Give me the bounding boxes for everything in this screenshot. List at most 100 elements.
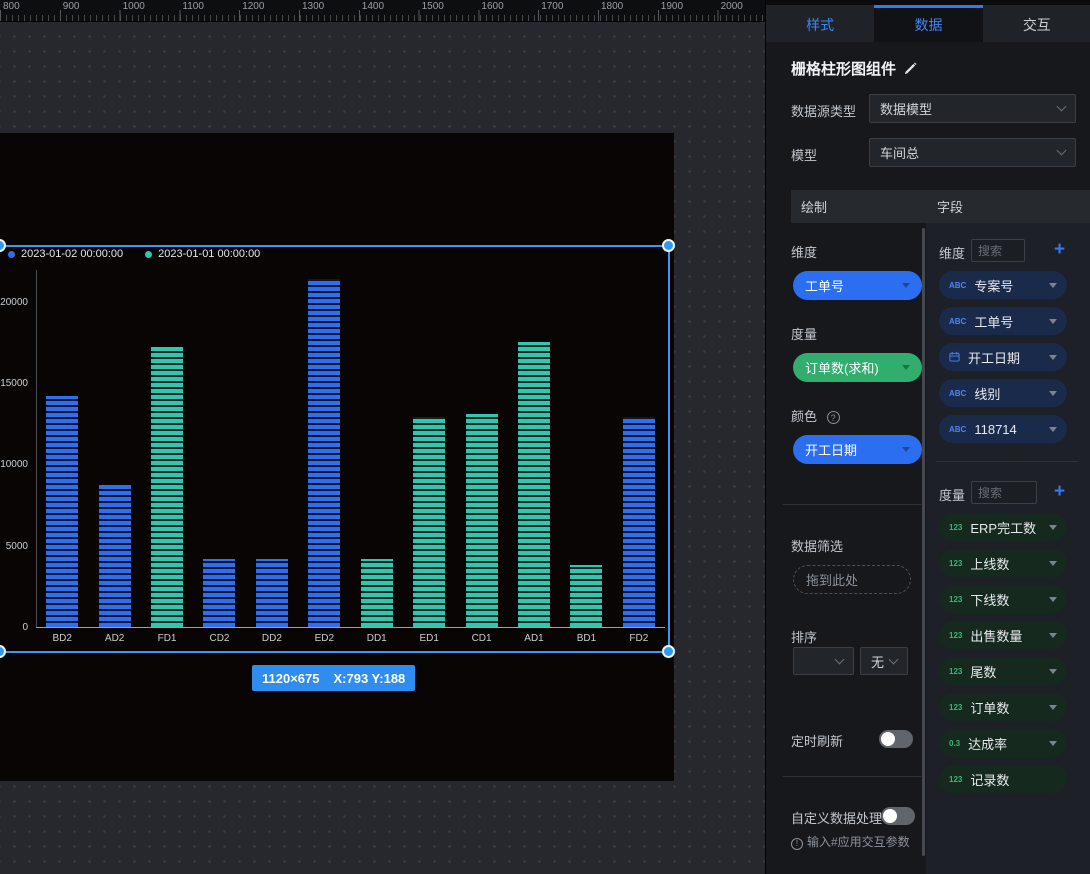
model-value: 车间总 — [880, 143, 1058, 162]
custom-data-hint: !输入#应用交互参数 — [791, 833, 926, 872]
bar-slot — [88, 269, 140, 627]
field-pill-达成率[interactable]: 0.3 达成率 — [939, 729, 1067, 757]
x-axis-category-label: DD1 — [351, 633, 403, 644]
field-pill-出售数量[interactable]: 123出售数量 — [939, 621, 1067, 649]
bar-slot — [403, 269, 455, 627]
sort-order-select[interactable]: 无 — [860, 647, 908, 675]
bar-CD2 — [203, 559, 235, 627]
field-type-icon-123: 123 — [949, 559, 962, 568]
dimension-value: 工单号 — [805, 276, 902, 295]
datasource-type-value: 数据模型 — [880, 99, 1058, 118]
ruler-label: 1000 — [123, 1, 145, 12]
edit-icon[interactable] — [904, 62, 917, 75]
field-pill-上线数[interactable]: 123上线数 — [939, 549, 1067, 577]
bar-slot — [508, 269, 560, 627]
tab-draw[interactable]: 绘制 — [791, 190, 924, 223]
selection-handle-bottom-right[interactable] — [662, 645, 675, 658]
info-icon: ! — [791, 838, 803, 850]
selection-size-badge: 1120×675 X:793 Y:188 — [252, 665, 415, 691]
field-pill-尾数[interactable]: 123尾数 — [939, 657, 1067, 685]
x-axis-line — [36, 627, 665, 628]
measure-pill[interactable]: 订单数(求和) — [793, 353, 922, 382]
x-axis-category-label: FD2 — [613, 633, 665, 644]
properties-panel: 样式数据交互 栅格柱形图组件 数据源类型 数据模型 模型 车间总 绘制 字段 维… — [765, 0, 1090, 874]
add-measure-button[interactable]: + — [1054, 482, 1065, 501]
chart-legend: 2023-01-02 00:00:002023-01-01 00:00:00 — [8, 248, 260, 260]
panel-tab-样式[interactable]: 样式 — [766, 5, 874, 42]
panel-tabs: 样式数据交互 — [766, 0, 1090, 42]
filter-drop-zone[interactable]: 拖到此处 — [793, 565, 911, 594]
fields-dimension-header: 维度 — [939, 243, 965, 262]
x-axis-labels: BD2AD2FD1CD2DD2ED2DD1ED1CD1AD1BD1FD2 — [36, 633, 665, 644]
selection-size: 1120×675 — [262, 671, 319, 686]
chevron-down-icon — [1049, 427, 1057, 432]
field-pill-记录数[interactable]: 123 记录数 — [939, 765, 1067, 793]
bar-slot — [613, 269, 665, 627]
x-axis-category-label: CD1 — [455, 633, 507, 644]
x-axis-category-label: AD1 — [508, 633, 560, 644]
panel-tab-交互[interactable]: 交互 — [983, 5, 1090, 42]
sort-field-select[interactable] — [793, 647, 854, 675]
legend-item: 2023-01-01 00:00:00 — [145, 248, 260, 260]
draw-column-scrollbar[interactable] — [922, 228, 925, 856]
color-pill[interactable]: 开工日期 — [793, 435, 922, 464]
auto-refresh-toggle[interactable] — [879, 730, 913, 748]
bar-DD1 — [361, 559, 393, 627]
panel-tab-数据[interactable]: 数据 — [874, 5, 982, 42]
bar-AD2 — [99, 485, 131, 627]
x-axis-category-label: DD2 — [246, 633, 298, 644]
dimension-search-input[interactable] — [971, 239, 1025, 262]
ruler-label: 1700 — [541, 1, 563, 12]
chevron-down-icon — [1049, 355, 1057, 360]
field-label: 记录数 — [970, 770, 1057, 789]
field-pill-ERP完工数[interactable]: 123ERP完工数 — [939, 513, 1067, 541]
selection-bottom-edge — [0, 651, 670, 653]
field-label: 线别 — [974, 384, 1041, 403]
ruler-label: 1600 — [481, 1, 503, 12]
sort-label: 排序 — [791, 627, 817, 646]
y-axis-tick-label: 5000 — [0, 541, 28, 552]
x-axis-category-label: ED2 — [298, 633, 350, 644]
field-label: 达成率 — [968, 734, 1041, 753]
ruler-label: 1500 — [422, 1, 444, 12]
field-pill-专案号[interactable]: ABC专案号 — [939, 271, 1067, 299]
data-filter-label: 数据筛选 — [791, 536, 843, 555]
chevron-down-icon — [835, 654, 845, 664]
help-icon[interactable]: ? — [827, 411, 840, 424]
field-pill-工单号[interactable]: ABC工单号 — [939, 307, 1067, 335]
custom-data-toggle[interactable] — [881, 807, 915, 825]
field-pill-开工日期[interactable]: 开工日期 — [939, 343, 1067, 371]
ruler-label: 1100 — [182, 1, 204, 12]
dimension-pill[interactable]: 工单号 — [793, 271, 922, 300]
selection-handle-top-right[interactable] — [662, 239, 675, 252]
chevron-down-icon — [1049, 741, 1057, 746]
field-type-icon-ABC: ABC — [949, 425, 966, 434]
add-dimension-button[interactable]: + — [1054, 240, 1065, 259]
measure-search-input[interactable] — [971, 481, 1037, 504]
field-pill-118714[interactable]: ABC 118714 — [939, 415, 1067, 443]
tab-fields[interactable]: 字段 — [924, 190, 1090, 223]
field-label: 118714 — [974, 422, 1041, 437]
bar-slot — [560, 269, 612, 627]
color-label-text: 颜色 — [791, 409, 817, 424]
model-select[interactable]: 车间总 — [869, 138, 1076, 167]
field-pill-线别[interactable]: ABC线别 — [939, 379, 1067, 407]
component-title: 栅格柱形图组件 — [791, 58, 917, 79]
field-pill-订单数[interactable]: 123订单数 — [939, 693, 1067, 721]
datasource-type-select[interactable]: 数据模型 — [869, 94, 1076, 123]
fields-measure-header: 度量 — [939, 485, 965, 504]
field-type-icon-123: 123 — [949, 775, 962, 784]
chevron-down-icon — [889, 654, 899, 664]
chevron-down-icon — [1049, 391, 1057, 396]
field-label: 开工日期 — [968, 348, 1041, 367]
x-axis-category-label: CD2 — [193, 633, 245, 644]
bar-DD2 — [256, 559, 288, 627]
bar-ED2 — [308, 279, 340, 627]
field-type-icon-123: 123 — [949, 595, 962, 604]
field-pill-下线数[interactable]: 123下线数 — [939, 585, 1067, 613]
chevron-down-icon — [1049, 669, 1057, 674]
field-type-icon-0.3: 0.3 — [949, 739, 960, 748]
auto-refresh-label: 定时刷新 — [791, 731, 843, 750]
chevron-down-icon — [1049, 561, 1057, 566]
chevron-down-icon — [1057, 146, 1067, 156]
